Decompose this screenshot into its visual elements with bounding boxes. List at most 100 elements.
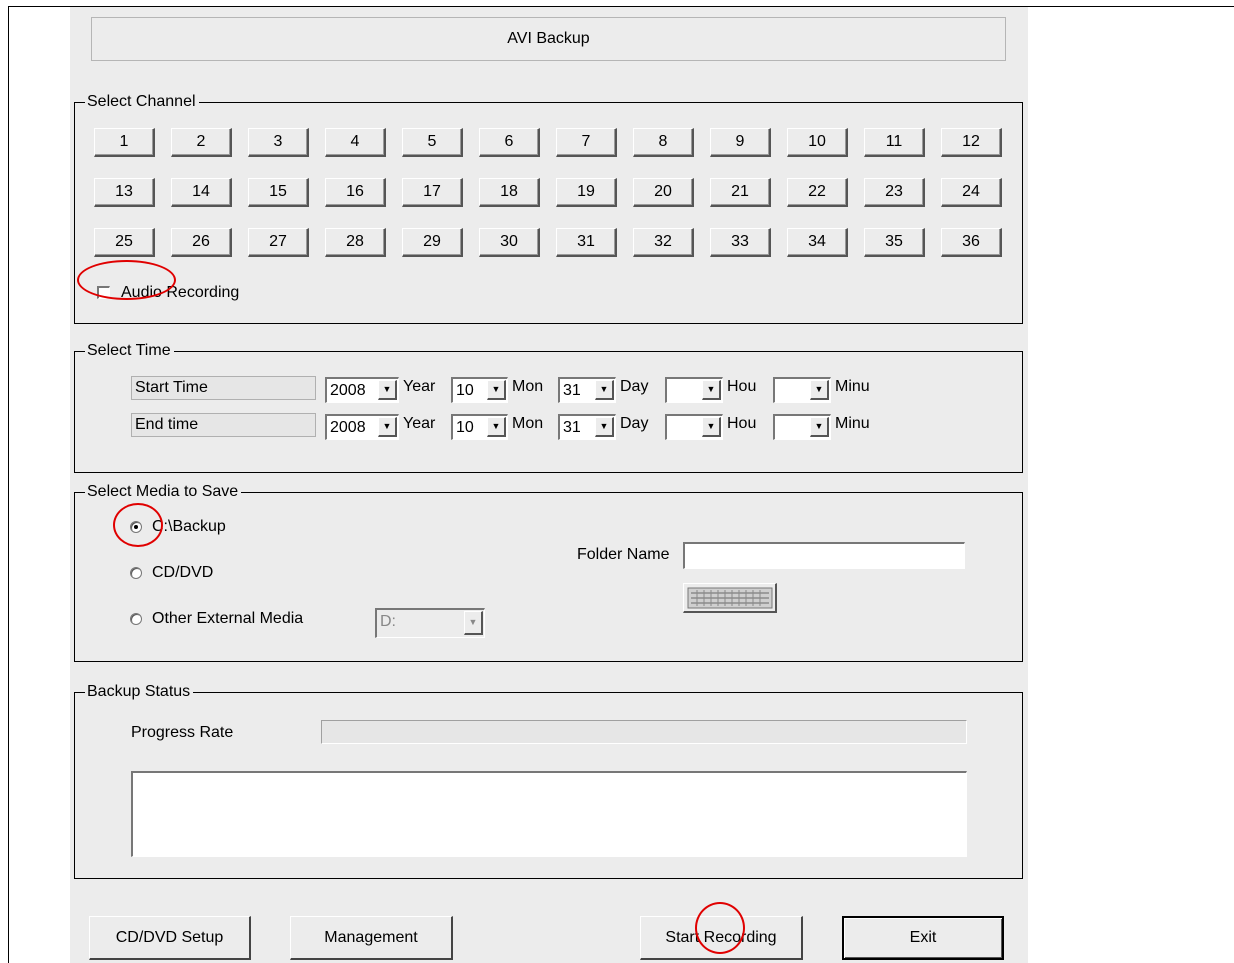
channel-button-32[interactable]: 32 [633, 228, 694, 257]
start-year-select[interactable]: 2008 ▼ [325, 377, 399, 403]
chevron-down-icon[interactable]: ▼ [378, 380, 397, 400]
title-bar: AVI Backup [91, 17, 1006, 61]
channel-button-label: 30 [500, 233, 518, 250]
media-option-c-backup[interactable]: C:\Backup [130, 518, 226, 536]
exit-button[interactable]: Exit [842, 916, 1004, 960]
management-button[interactable]: Management [290, 916, 453, 960]
start-recording-button[interactable]: Start Recording [640, 916, 803, 960]
chevron-down-icon[interactable]: ▼ [487, 417, 506, 437]
channel-button-label: 27 [269, 233, 287, 250]
start-minute-select[interactable]: ▼ [773, 377, 831, 403]
channel-button-label: 11 [885, 133, 903, 150]
end-year-unit: Year [403, 415, 436, 432]
end-hour-select[interactable]: ▼ [665, 414, 723, 440]
channel-button-22[interactable]: 22 [787, 178, 848, 207]
chevron-down-icon[interactable]: ▼ [595, 380, 614, 400]
end-day-select[interactable]: 31 ▼ [558, 414, 616, 440]
channel-button-3[interactable]: 3 [248, 128, 309, 157]
start-month-select[interactable]: 10 ▼ [451, 377, 508, 403]
channel-button-34[interactable]: 34 [787, 228, 848, 257]
channel-button-17[interactable]: 17 [402, 178, 463, 207]
virtual-keyboard-button[interactable] [683, 583, 777, 613]
channel-button-label: 25 [115, 233, 133, 250]
channel-button-18[interactable]: 18 [479, 178, 540, 207]
channel-button-29[interactable]: 29 [402, 228, 463, 257]
channel-button-19[interactable]: 19 [556, 178, 617, 207]
folder-name-input[interactable] [683, 542, 965, 569]
channel-button-7[interactable]: 7 [556, 128, 617, 157]
chevron-down-icon[interactable]: ▼ [810, 380, 829, 400]
channel-button-4[interactable]: 4 [325, 128, 386, 157]
start-hour-select[interactable]: ▼ [665, 377, 723, 403]
chevron-down-icon[interactable]: ▼ [702, 417, 721, 437]
other-external-radio[interactable] [130, 613, 142, 625]
channel-button-label: 32 [654, 233, 672, 250]
end-month-select[interactable]: 10 ▼ [451, 414, 508, 440]
progress-bar [321, 720, 967, 744]
start-month-unit: Mon [512, 378, 544, 395]
channel-button-label: 26 [192, 233, 210, 250]
cd-dvd-setup-button[interactable]: CD/DVD Setup [89, 916, 251, 960]
channel-button-27[interactable]: 27 [248, 228, 309, 257]
drive-select-arrow-icon[interactable]: ▼ [464, 611, 483, 635]
start-day-unit: Day [620, 378, 649, 395]
channel-button-label: 8 [658, 133, 668, 150]
chevron-down-icon[interactable]: ▼ [595, 417, 614, 437]
start-year-unit: Year [403, 378, 436, 395]
channel-button-1[interactable]: 1 [94, 128, 155, 157]
channel-button-35[interactable]: 35 [864, 228, 925, 257]
channel-button-label: 20 [654, 183, 672, 200]
channel-button-label: 6 [504, 133, 514, 150]
channel-button-9[interactable]: 9 [710, 128, 771, 157]
start-day-value: 31 [563, 382, 581, 399]
start-recording-label: Start Recording [665, 928, 777, 946]
channel-button-label: 28 [346, 233, 364, 250]
channel-button-6[interactable]: 6 [479, 128, 540, 157]
select-channel-legend: Select Channel [85, 93, 199, 111]
audio-recording-checkbox[interactable] [97, 286, 110, 299]
channel-button-13[interactable]: 13 [94, 178, 155, 207]
channel-button-20[interactable]: 20 [633, 178, 694, 207]
window-title: AVI Backup [507, 30, 590, 47]
start-day-select[interactable]: 31 ▼ [558, 377, 616, 403]
c-backup-radio[interactable] [130, 521, 142, 533]
channel-button-25[interactable]: 25 [94, 228, 155, 257]
chevron-down-icon[interactable]: ▼ [810, 417, 829, 437]
keyboard-icon [687, 587, 772, 608]
channel-button-30[interactable]: 30 [479, 228, 540, 257]
channel-button-36[interactable]: 36 [941, 228, 1002, 257]
cd-dvd-radio[interactable] [130, 567, 142, 579]
channel-button-26[interactable]: 26 [171, 228, 232, 257]
drive-select[interactable]: D: ▼ [375, 608, 485, 638]
channel-button-23[interactable]: 23 [864, 178, 925, 207]
channel-button-label: 29 [423, 233, 441, 250]
channel-button-24[interactable]: 24 [941, 178, 1002, 207]
chevron-down-icon[interactable]: ▼ [702, 380, 721, 400]
end-minute-select[interactable]: ▼ [773, 414, 831, 440]
frame-left-border [8, 6, 9, 963]
channel-button-28[interactable]: 28 [325, 228, 386, 257]
media-option-cd-dvd[interactable]: CD/DVD [130, 564, 213, 582]
media-option-other-external[interactable]: Other External Media [130, 610, 303, 628]
other-external-label: Other External Media [152, 610, 304, 627]
channel-button-11[interactable]: 11 [864, 128, 925, 157]
channel-button-33[interactable]: 33 [710, 228, 771, 257]
channel-button-label: 9 [735, 133, 745, 150]
channel-button-2[interactable]: 2 [171, 128, 232, 157]
channel-button-14[interactable]: 14 [171, 178, 232, 207]
channel-button-label: 2 [196, 133, 206, 150]
channel-button-8[interactable]: 8 [633, 128, 694, 157]
channel-button-12[interactable]: 12 [941, 128, 1002, 157]
chevron-down-icon[interactable]: ▼ [487, 380, 506, 400]
channel-button-21[interactable]: 21 [710, 178, 771, 207]
end-year-select[interactable]: 2008 ▼ [325, 414, 399, 440]
channel-button-15[interactable]: 15 [248, 178, 309, 207]
chevron-down-icon[interactable]: ▼ [378, 417, 397, 437]
channel-button-16[interactable]: 16 [325, 178, 386, 207]
channel-button-label: 23 [885, 183, 903, 200]
channel-button-31[interactable]: 31 [556, 228, 617, 257]
channel-button-label: 35 [885, 233, 903, 250]
channel-button-10[interactable]: 10 [787, 128, 848, 157]
channel-button-5[interactable]: 5 [402, 128, 463, 157]
channel-button-label: 33 [731, 233, 749, 250]
